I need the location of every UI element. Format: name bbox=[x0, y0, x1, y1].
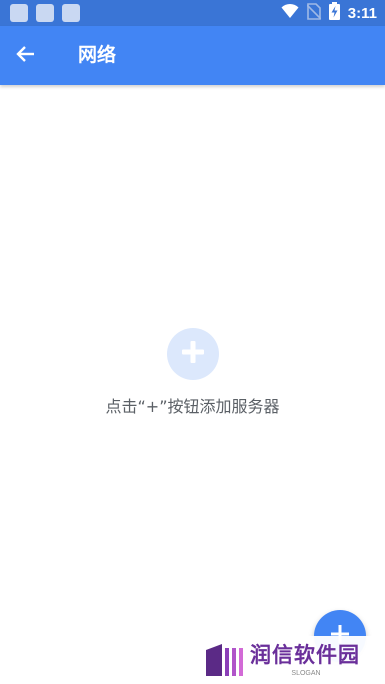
arrow-back-icon bbox=[16, 44, 36, 68]
notification-icon bbox=[10, 4, 28, 22]
page-title: 网络 bbox=[78, 44, 117, 66]
battery-charging-icon bbox=[328, 2, 340, 24]
network-screen: 3:11 网络 点击“+”按钮添加服务器 润信软件园 SLOGAN bbox=[0, 0, 385, 684]
clock: 3:11 bbox=[347, 4, 377, 22]
no-sim-icon bbox=[306, 2, 322, 24]
plus-icon bbox=[181, 340, 205, 368]
status-bar: 3:11 bbox=[0, 0, 385, 26]
watermark-logo-icon bbox=[206, 642, 246, 682]
watermark-text: 润信软件园 bbox=[250, 643, 360, 667]
back-button[interactable] bbox=[10, 40, 42, 72]
wifi-icon bbox=[281, 3, 299, 23]
watermark-slogan: SLOGAN bbox=[291, 670, 321, 677]
notification-icon bbox=[62, 4, 80, 22]
app-bar: 网络 bbox=[0, 26, 385, 85]
add-server-placeholder bbox=[166, 328, 219, 380]
empty-message: 点击“+”按钮添加服务器 bbox=[105, 397, 280, 416]
empty-state: 点击“+”按钮添加服务器 bbox=[0, 328, 385, 418]
status-indicators: 3:11 bbox=[281, 0, 377, 26]
notification-icon bbox=[36, 4, 54, 22]
